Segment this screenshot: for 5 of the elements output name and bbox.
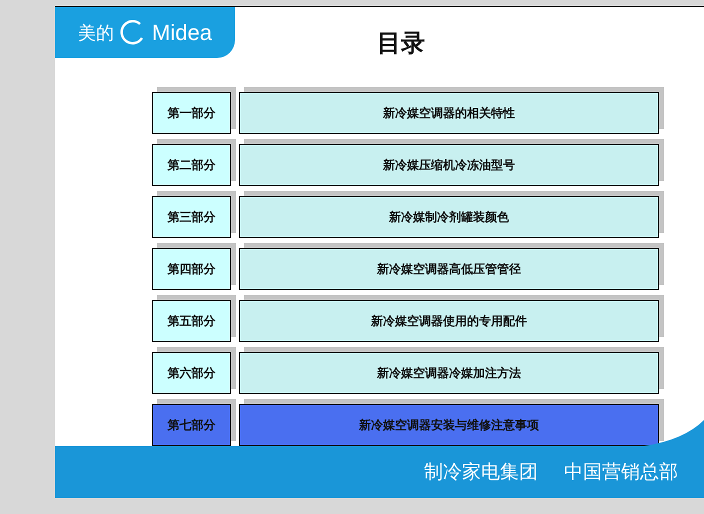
footer-text: 中国营销总部 xyxy=(564,460,678,485)
logo-text: 美的 xyxy=(78,22,114,44)
slide-title: 目录 xyxy=(377,28,425,59)
footer-text: 制冷家电集团 xyxy=(424,460,538,485)
logo-text: Midea xyxy=(152,20,212,46)
